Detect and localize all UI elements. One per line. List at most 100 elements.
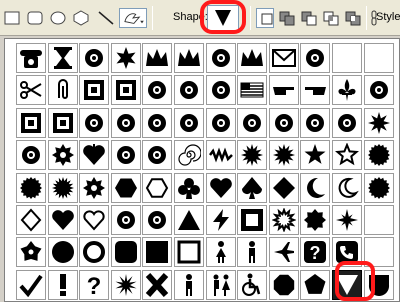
- line-tool-icon[interactable]: [96, 8, 116, 28]
- shape-cell-starburst-small[interactable]: [110, 269, 141, 300]
- custom-shape-tool-icon[interactable]: [119, 8, 147, 28]
- shape-cell-flag-usa[interactable]: [237, 75, 268, 106]
- shape-cell-seal-small[interactable]: [16, 172, 46, 203]
- ellipse-tool-icon[interactable]: [48, 8, 68, 28]
- shape-cell-crown-large[interactable]: [237, 43, 268, 73]
- shape-cell-square-outline[interactable]: [174, 237, 204, 268]
- shape-cell-heart-leaf[interactable]: [79, 140, 110, 171]
- shape-cell-question-box[interactable]: ?: [300, 237, 331, 268]
- shape-cell-burst-circle[interactable]: [47, 172, 78, 203]
- shape-cell-frame-square[interactable]: [47, 107, 78, 138]
- shape-cell-flower-star[interactable]: [363, 107, 394, 138]
- shape-cell-scissors[interactable]: [16, 75, 46, 106]
- shape-cell-check[interactable]: [16, 269, 46, 300]
- shape-cell-telephone[interactable]: [16, 43, 46, 73]
- shape-cell-diamond[interactable]: [268, 172, 299, 203]
- shape-cell-triangle-up[interactable]: [174, 205, 204, 235]
- shape-cell-circle[interactable]: [47, 237, 78, 268]
- shape-cell-butterfly-leaf[interactable]: [205, 107, 236, 138]
- shape-cell-splash[interactable]: [110, 140, 141, 171]
- shape-cell-sun-blob[interactable]: [300, 205, 331, 235]
- shape-cell-club[interactable]: [174, 172, 204, 203]
- shape-cell-spade[interactable]: [237, 172, 268, 203]
- shape-cell-heart-outline[interactable]: [79, 205, 110, 235]
- shape-cell-airplane[interactable]: [268, 237, 299, 268]
- shape-cell-pushpin[interactable]: [79, 43, 110, 73]
- shape-cell-flower-plant[interactable]: [300, 107, 331, 138]
- shape-cell-star[interactable]: [300, 140, 331, 171]
- shape-cell-starburst-outline[interactable]: [268, 205, 299, 235]
- shape-cell-heart-filled[interactable]: [47, 205, 78, 235]
- shape-cell-fleur-de-lis[interactable]: [332, 75, 362, 106]
- shape-cell-diamond-outline[interactable]: [16, 205, 46, 235]
- shape-cell-woman[interactable]: [205, 237, 236, 268]
- shape-cell-starburst[interactable]: [268, 140, 299, 171]
- shape-cell-square[interactable]: [142, 237, 173, 268]
- shape-cell-badge[interactable]: [363, 172, 394, 203]
- shape-cell-hand-point-left[interactable]: [300, 75, 331, 106]
- shape-cell-bookmark[interactable]: [300, 43, 331, 73]
- shape-cell-flower-4[interactable]: [237, 107, 268, 138]
- shape-cell-octagon[interactable]: [268, 269, 299, 300]
- shape-cell-medallion[interactable]: [142, 107, 173, 138]
- shape-cell-crescent-outline[interactable]: [332, 172, 362, 203]
- intersect-mode-icon[interactable]: [321, 8, 341, 28]
- shape-cell-flower-round[interactable]: [79, 172, 110, 203]
- polygon-tool-icon[interactable]: [71, 8, 91, 28]
- shape-cell-square-frame[interactable]: [237, 205, 268, 235]
- shape-cell-leaf-swirl[interactable]: [174, 107, 204, 138]
- shape-cell-flower-5[interactable]: [16, 237, 46, 268]
- shape-cell-cross-star[interactable]: [332, 205, 362, 235]
- shape-cell-pentagon[interactable]: [300, 269, 331, 300]
- subtract-mode-icon[interactable]: [299, 8, 319, 28]
- shape-cell-diamond-cluster[interactable]: [79, 107, 110, 138]
- shape-cell-pedestrian[interactable]: [174, 269, 204, 300]
- shape-cell-exclamation[interactable]: [47, 269, 78, 300]
- shape-cell-tile-diamond[interactable]: [110, 75, 141, 106]
- add-mode-icon[interactable]: [277, 8, 297, 28]
- shape-cell-hexagon[interactable]: [110, 172, 141, 203]
- shape-cell-holly[interactable]: [205, 75, 236, 106]
- shape-cell-hand-point-right[interactable]: [268, 75, 299, 106]
- shape-cell-star-6[interactable]: [110, 43, 141, 73]
- shape-cell-fleur-floral[interactable]: [205, 43, 236, 73]
- shape-cell-ring[interactable]: [79, 237, 110, 268]
- shape-cell-man[interactable]: [237, 237, 268, 268]
- shape-cell-star-badge[interactable]: [110, 205, 141, 235]
- shape-cell-hourglass[interactable]: [47, 43, 78, 73]
- shape-cell-square-rounded[interactable]: [110, 237, 141, 268]
- shape-cell-star-outline[interactable]: [332, 140, 362, 171]
- shape-cell-ornament[interactable]: [363, 75, 394, 106]
- shape-cell-stamp[interactable]: [79, 75, 110, 106]
- shape-cell-wheelchair[interactable]: [237, 269, 268, 300]
- shape-cell-dots-sparkle[interactable]: [142, 75, 173, 106]
- rectangle-tool-icon[interactable]: [2, 8, 22, 28]
- shape-cell-scroll-ornament[interactable]: [110, 107, 141, 138]
- shape-cell-paperclip[interactable]: [47, 75, 78, 106]
- shape-cell-circle-star[interactable]: [142, 205, 173, 235]
- exclude-mode-icon[interactable]: [343, 8, 363, 28]
- shape-cell-sprig[interactable]: [16, 140, 46, 171]
- shape-cell-hexagon-outline[interactable]: [142, 172, 173, 203]
- shape-cell-swirl-leaf[interactable]: [142, 140, 173, 171]
- shape-cell-lightning[interactable]: [205, 205, 236, 235]
- shape-cell-spiral[interactable]: [174, 140, 204, 171]
- shape-cell-burst[interactable]: [237, 140, 268, 171]
- shape-cell-crown-small[interactable]: [142, 43, 173, 73]
- shape-cell-crescent[interactable]: [300, 172, 331, 203]
- shape-cell-couple[interactable]: [205, 269, 236, 300]
- new-layer-mode-icon[interactable]: [256, 8, 274, 28]
- shape-cell-bird-flight[interactable]: [174, 75, 204, 106]
- shape-cell-x-mark[interactable]: [142, 269, 173, 300]
- shape-cell-flower-6[interactable]: [47, 140, 78, 171]
- shape-cell-leaf-branch[interactable]: [332, 107, 362, 138]
- shape-cell-curl[interactable]: [268, 107, 299, 138]
- shape-cell-heart[interactable]: [205, 172, 236, 203]
- rounded-rectangle-tool-icon[interactable]: [25, 8, 45, 28]
- shape-cell-crown-medium[interactable]: [174, 43, 204, 73]
- shape-cell-seal[interactable]: [363, 140, 394, 171]
- shape-cell-zigzag[interactable]: [205, 140, 236, 171]
- shape-cell-question[interactable]: ?: [79, 269, 110, 300]
- shape-cell-envelope[interactable]: [268, 43, 299, 73]
- shape-cell-frame-ornate[interactable]: [16, 107, 46, 138]
